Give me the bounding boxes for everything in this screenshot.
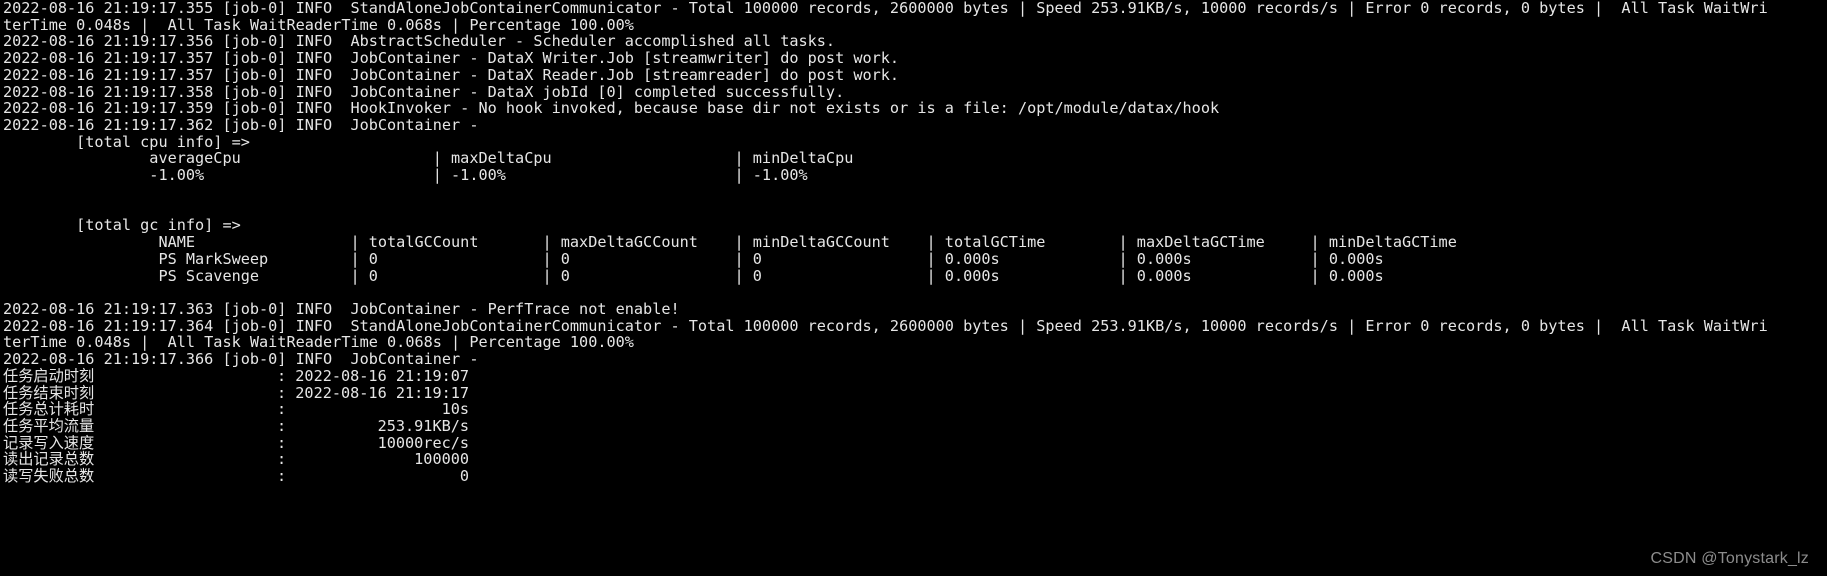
log-line: 2022-08-16 21:19:17.357 [job-0] INFO Job…: [3, 49, 900, 68]
log-line: 读写失败总数 : 0: [3, 467, 470, 486]
log-line: averageCpu | maxDeltaCpu | minDeltaCpu: [3, 149, 854, 168]
log-line: NAME | totalGCCount | maxDeltaGCCount | …: [3, 233, 1457, 252]
log-line: 2022-08-16 21:19:17.363 [job-0] INFO Job…: [3, 299, 680, 318]
log-line: [total cpu info] =>: [3, 132, 250, 151]
log-line: 读出记录总数 : 100000: [3, 450, 470, 469]
log-line: 任务平均流量 : 253.91KB/s: [3, 416, 470, 435]
terminal-log-output: 2022-08-16 21:19:17.355 [job-0] INFO Sta…: [0, 0, 1827, 485]
csdn-watermark: CSDN @Tonystark_lz: [1650, 550, 1809, 567]
log-line: 2022-08-16 21:19:17.364 [job-0] INFO Sta…: [3, 316, 1768, 335]
log-line: PS MarkSweep | 0 | 0 | 0 | 0.000s | 0.00…: [3, 249, 1384, 268]
log-line: 任务启动时刻 : 2022-08-16 21:19:07: [3, 366, 470, 385]
log-line: terTime 0.048s | All Task WaitReaderTime…: [3, 333, 634, 352]
log-line: 任务结束时刻 : 2022-08-16 21:19:17: [3, 383, 470, 402]
log-line: -1.00% | -1.00% | -1.00%: [3, 166, 808, 185]
log-line: 2022-08-16 21:19:17.355 [job-0] INFO Sta…: [3, 0, 1768, 17]
log-line: [total gc info] =>: [3, 216, 241, 235]
log-line: 任务总计耗时 : 10s: [3, 400, 470, 419]
log-line: PS Scavenge | 0 | 0 | 0 | 0.000s | 0.000…: [3, 266, 1384, 285]
log-line: 2022-08-16 21:19:17.359 [job-0] INFO Hoo…: [3, 99, 1220, 118]
log-line: 2022-08-16 21:19:17.356 [job-0] INFO Abs…: [3, 32, 836, 51]
log-line: 2022-08-16 21:19:17.357 [job-0] INFO Job…: [3, 65, 900, 84]
log-line: terTime 0.048s | All Task WaitReaderTime…: [3, 15, 634, 34]
terminal-window: 2022-08-16 21:19:17.355 [job-0] INFO Sta…: [0, 0, 1827, 576]
log-line: 2022-08-16 21:19:17.358 [job-0] INFO Job…: [3, 82, 845, 101]
log-line: 2022-08-16 21:19:17.362 [job-0] INFO Job…: [3, 116, 488, 135]
log-line: 记录写入速度 : 10000rec/s: [3, 433, 470, 452]
log-line: 2022-08-16 21:19:17.366 [job-0] INFO Job…: [3, 350, 488, 369]
